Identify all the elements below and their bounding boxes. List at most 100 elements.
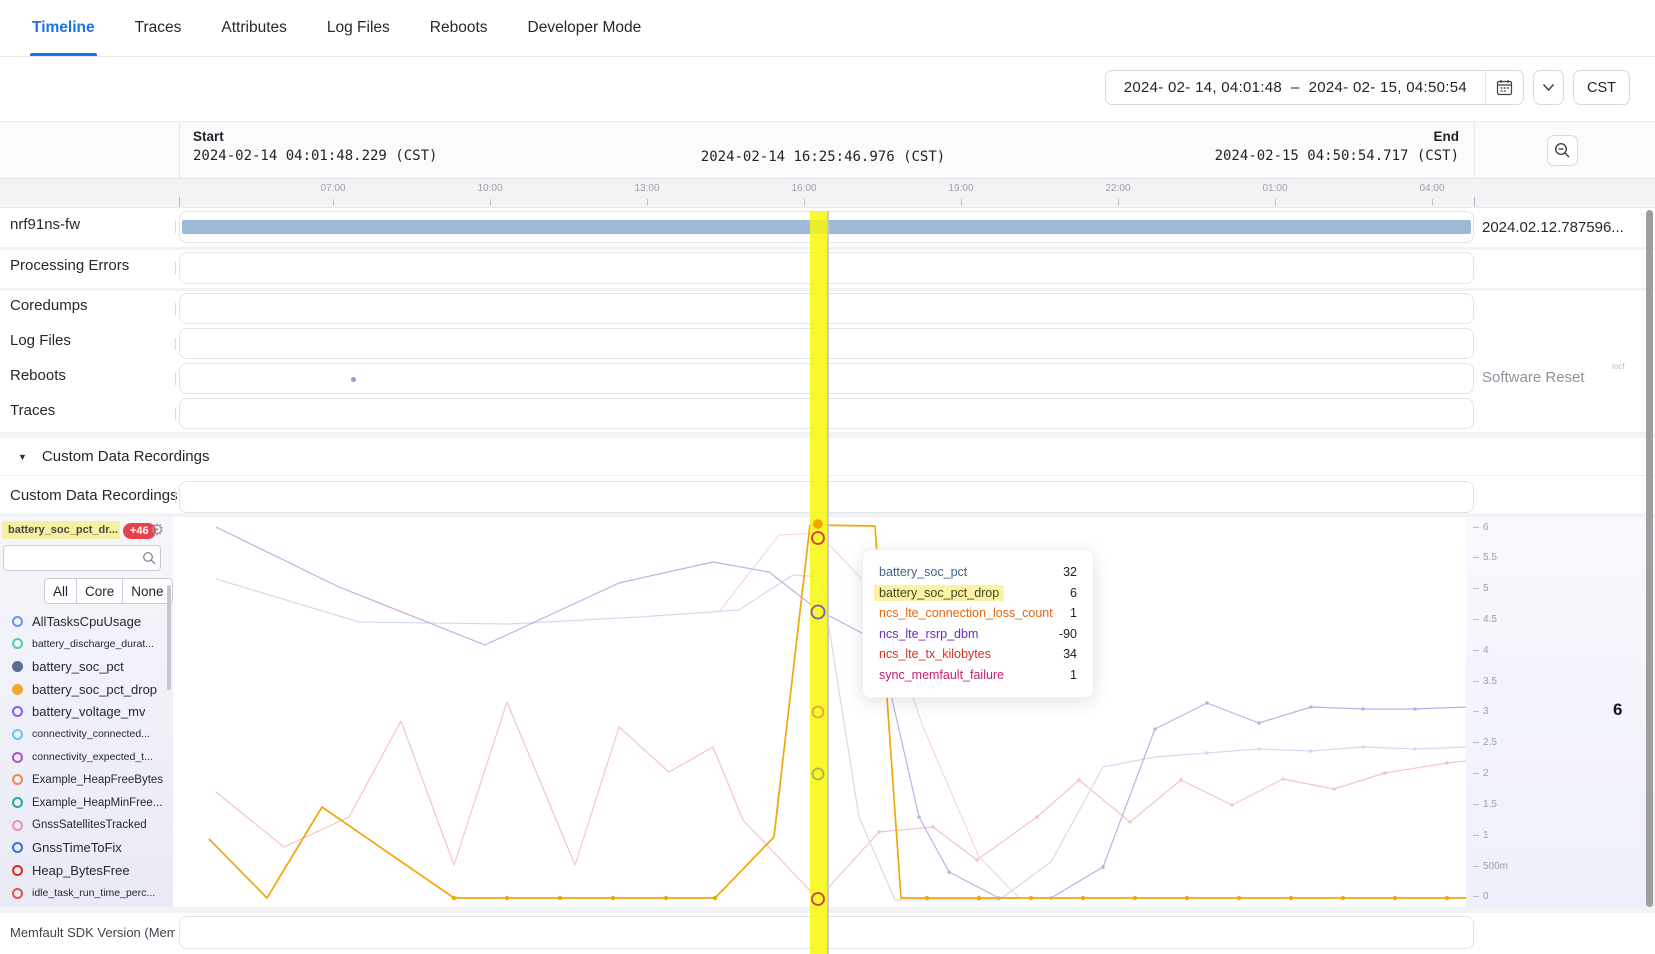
timezone-button[interactable]: CST (1573, 70, 1630, 105)
range-start-datetime: 2024-02-14 04:01:48.229 (CST) (193, 148, 437, 164)
row-label-coredumps: Coredumps (10, 297, 88, 314)
search-icon (142, 551, 156, 565)
legend-filter-group: All Core None (44, 578, 173, 604)
selected-metric-chip[interactable]: battery_soc_pct_dr... (2, 521, 120, 539)
metric-dot (12, 797, 23, 808)
metric-dot (12, 684, 23, 695)
metric-item[interactable]: battery_discharge_durat... (0, 633, 170, 655)
tooltip-row: battery_soc_pct32 (879, 562, 1077, 583)
time-tick: 10:00 (470, 183, 510, 194)
section-title: Custom Data Recordings (42, 448, 210, 465)
y-tick: 1 (1483, 830, 1489, 841)
metric-item[interactable]: Heap_BytesFree (0, 860, 170, 882)
date-range-separator (1282, 79, 1291, 96)
tab-attributes[interactable]: Attributes (219, 0, 288, 56)
metric-item[interactable]: Example_HeapMinFree... (0, 792, 170, 814)
timeline-cursor-line (827, 211, 829, 954)
metric-item[interactable]: battery_soc_pct (0, 655, 170, 677)
tab-label: Traces (135, 19, 182, 37)
y-tick: 4 (1483, 645, 1489, 656)
metric-name: Heap_BytesFree (32, 863, 130, 878)
metric-dot (12, 752, 23, 763)
row-label-processing-errors: Processing Errors (10, 257, 129, 274)
gear-icon[interactable]: ⚙ (150, 520, 164, 540)
metric-name: battery_voltage_mv (32, 704, 145, 719)
tooltip-row: ncs_lte_rsrp_dbm-90 (879, 624, 1077, 645)
time-tick: 16:00 (784, 183, 824, 194)
filter-all-button[interactable]: All (44, 578, 77, 604)
range-center-datetime: 2024-02-14 16:25:46.976 (CST) (598, 149, 1048, 165)
tab-timeline[interactable]: Timeline (30, 0, 97, 56)
tab-label: Attributes (221, 19, 286, 37)
timeline-header: Start 2024-02-14 04:01:48.229 (CST) 2024… (0, 121, 1655, 178)
metric-dot (12, 842, 23, 853)
collapse-caret-icon[interactable]: ▼ (18, 452, 27, 462)
tab-label: Timeline (32, 19, 95, 37)
tooltip-metric-name: battery_soc_pct_drop (874, 585, 1004, 601)
row-label-custom-data-recordings: Custom Data Recordings (10, 487, 178, 504)
metric-search-input[interactable] (3, 545, 161, 571)
calendar-button[interactable] (1485, 71, 1523, 104)
metric-name: connectivity_expected_t... (32, 751, 153, 763)
page-scrollbar[interactable] (1646, 210, 1653, 907)
y-tick: 3.5 (1483, 676, 1497, 687)
time-axis: 07:00 10:00 13:00 16:00 19:00 22:00 01:0… (0, 178, 1655, 208)
metric-name: connectivity_connected... (32, 728, 150, 740)
date-range-separator2 (1300, 79, 1309, 96)
tab-log-files[interactable]: Log Files (325, 0, 392, 56)
date-range-dash: – (1291, 79, 1300, 96)
metric-item[interactable]: GnssTimeToFix (0, 837, 170, 859)
timeline-cursor-band (810, 211, 827, 954)
chevron-down-icon (1542, 83, 1555, 92)
tooltip-metric-value: 6 (1070, 586, 1077, 600)
metric-legend-panel: battery_soc_pct_dr... +46 ⚙ All Core Non… (0, 517, 173, 907)
date-range-text[interactable]: 2024- 02- 14, 04:01:48 – 2024- 02- 15, 0… (1106, 71, 1485, 104)
tab-label: Log Files (327, 19, 390, 37)
row-label-traces: Traces (10, 402, 55, 419)
tooltip-metric-value: 34 (1063, 647, 1077, 661)
metric-dot (12, 729, 23, 740)
reboot-event-dot[interactable] (351, 377, 356, 382)
metric-item[interactable]: battery_soc_pct_drop (0, 678, 170, 700)
tab-developer-mode[interactable]: Developer Mode (526, 0, 644, 56)
legend-scrollbar[interactable] (167, 585, 171, 690)
tab-traces[interactable]: Traces (133, 0, 184, 56)
tab-label: Reboots (430, 19, 488, 37)
metric-dot (12, 706, 23, 717)
date-range-dropdown-button[interactable] (1533, 70, 1564, 105)
filter-none-button[interactable]: None (123, 578, 172, 604)
metric-item[interactable]: GnssSatellitesTracked (0, 814, 170, 836)
metric-item[interactable]: Example_HeapFreeBytes (0, 769, 170, 791)
tooltip-metric-name: ncs_lte_tx_kilobytes (879, 647, 991, 661)
metric-name: AllTasksCpuUsage (32, 614, 141, 629)
metric-name: battery_soc_pct (32, 659, 124, 674)
metric-item[interactable]: connectivity_connected... (0, 723, 170, 745)
metric-item[interactable]: battery_voltage_mv (0, 701, 170, 723)
zoom-out-button[interactable] (1547, 135, 1578, 166)
row-label-memfault-sdk-version: Memfault SDK Version (Memfaul... (10, 925, 175, 940)
time-tick: 04:00 (1412, 183, 1452, 194)
metric-name: GnssSatellitesTracked (32, 819, 147, 831)
metric-dot (12, 820, 23, 831)
firmware-version-value: 2024.02.12.787596... (1482, 219, 1624, 236)
metric-dot (12, 661, 23, 672)
metric-item[interactable]: AllTasksCpuUsage (0, 610, 170, 632)
chart-tooltip: battery_soc_pct32 battery_soc_pct_drop6 … (862, 549, 1094, 698)
y-axis-ticks: 6 5.5 5 4.5 4 3.5 3 2.5 2 1.5 1 500m 0 (1473, 522, 1508, 902)
tab-reboots[interactable]: Reboots (428, 0, 490, 56)
date-range-input[interactable]: 2024- 02- 14, 04:01:48 – 2024- 02- 15, 0… (1105, 70, 1524, 105)
y-tick: 0 (1483, 891, 1489, 902)
metric-dot (12, 888, 23, 899)
tooltip-metric-name: sync_memfault_failure (879, 668, 1004, 682)
metric-item[interactable]: idle_task_run_time_perc... (0, 882, 170, 904)
row-label-nrf91ns-fw: nrf91ns-fw (10, 216, 80, 233)
y-tick: 5 (1483, 583, 1489, 594)
tooltip-row: sync_memfault_failure1 (879, 665, 1077, 686)
y-tick: 1.5 (1483, 799, 1497, 810)
header-divider-left (179, 122, 180, 179)
row-label-reboots: Reboots (10, 367, 66, 384)
metric-name: idle_task_run_time_perc... (32, 887, 155, 899)
metric-list: AllTasksCpuUsage battery_discharge_durat… (0, 610, 170, 905)
filter-core-button[interactable]: Core (77, 578, 123, 604)
metric-item[interactable]: connectivity_expected_t... (0, 746, 170, 768)
